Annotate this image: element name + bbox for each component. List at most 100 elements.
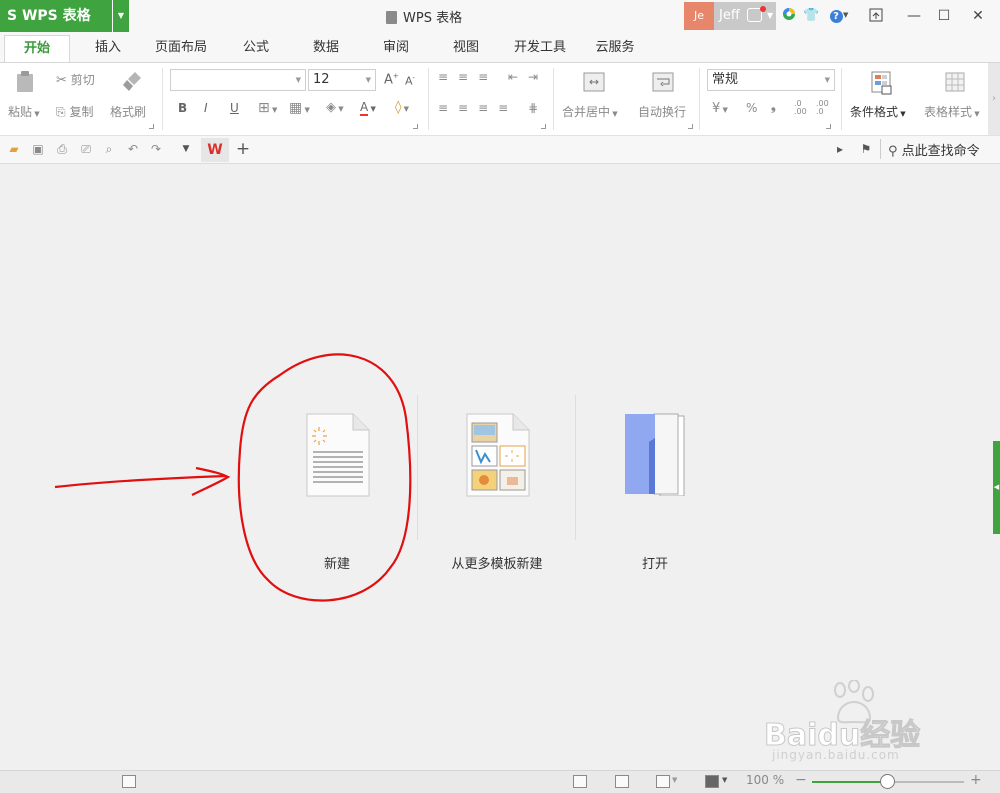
chevron-down-icon[interactable]: ▼ <box>722 776 727 784</box>
separator <box>428 68 429 130</box>
font-dialog-launcher[interactable] <box>413 124 418 129</box>
macro-record-icon[interactable] <box>122 775 136 788</box>
separator <box>553 68 554 130</box>
alignment-dialog-launcher[interactable] <box>541 124 546 129</box>
grow-font-button[interactable]: A+ <box>384 72 399 87</box>
redo-icon[interactable]: ↷ <box>148 141 164 157</box>
font-color-button[interactable]: A ▼ <box>360 100 376 116</box>
cut-button[interactable]: ✂ 剪切 <box>56 71 95 88</box>
bold-button[interactable]: B <box>178 101 187 115</box>
export-pdf-icon[interactable]: ⎙ <box>54 141 70 157</box>
conditional-format-icon[interactable] <box>870 70 894 96</box>
distribute-icon[interactable]: ⋕ <box>528 101 538 115</box>
page-layout-view-icon[interactable] <box>656 775 670 788</box>
zoom-in-button[interactable]: + <box>970 772 982 788</box>
font-size-select[interactable]: 12 ▼ <box>308 69 376 91</box>
save-icon[interactable]: ▣ <box>30 141 46 157</box>
clipboard-dialog-launcher[interactable] <box>149 124 154 129</box>
decrease-decimal-button[interactable]: .00 .0 <box>816 100 829 116</box>
command-search[interactable]: ⚲ 点此查找命令 <box>888 140 980 159</box>
user-account-button[interactable]: Jeff ▼ <box>714 2 776 30</box>
tab-review[interactable]: 审阅 <box>374 35 418 62</box>
percent-button[interactable]: % <box>746 101 757 115</box>
currency-icon[interactable]: ¥ ▼ <box>712 101 728 116</box>
paste-button[interactable]: 粘贴 ▼ <box>8 103 40 120</box>
table-style-button[interactable]: 表格样式 ▼ <box>924 103 980 120</box>
close-button[interactable]: ✕ <box>962 0 994 32</box>
brush-icon[interactable] <box>120 70 144 94</box>
comma-style-button[interactable]: ❟ <box>771 99 776 114</box>
command-search-placeholder: 点此查找命令 <box>901 144 980 159</box>
minimize-button[interactable]: — <box>898 0 930 32</box>
conditional-format-button[interactable]: 条件格式 ▼ <box>850 103 906 120</box>
borders-icon[interactable]: ⊞ ▼ <box>258 100 277 116</box>
chevron-down-icon[interactable]: ▼ <box>672 776 677 784</box>
copy-button[interactable]: ⎘ 复制 <box>56 103 93 120</box>
merge-center-icon[interactable] <box>582 70 606 94</box>
tab-formulas[interactable]: 公式 <box>234 35 278 62</box>
table-style-icon[interactable] <box>944 70 968 96</box>
new-from-template-button[interactable]: 从更多模板新建 <box>436 395 558 585</box>
increase-decimal-button[interactable]: .0 .00 <box>794 100 807 116</box>
help-icon[interactable]: ? <box>828 0 844 32</box>
open-document-button[interactable]: 打开 <box>600 395 710 585</box>
skin-shirt-icon[interactable]: 👕 <box>803 0 819 32</box>
fill-color-icon[interactable]: ◈ ▼ <box>326 100 344 115</box>
undo-icon[interactable]: ↶ <box>125 141 141 157</box>
flag-icon[interactable]: ⚑ <box>858 141 874 157</box>
clear-format-icon[interactable]: ◊ ▼ <box>395 100 409 115</box>
tab-view[interactable]: 视图 <box>444 35 488 62</box>
number-format-select[interactable]: 常规 ▼ <box>707 69 835 91</box>
normal-view-icon[interactable] <box>573 775 587 788</box>
maximize-button[interactable]: ☐ <box>928 0 960 32</box>
separator <box>880 139 881 159</box>
indent-icons[interactable]: ⇤⇥ <box>508 70 548 84</box>
customize-toolbar-dropdown[interactable]: ▼ <box>178 141 194 157</box>
open-folder-icon[interactable]: ▰ <box>6 141 22 157</box>
template-document-icon <box>465 412 531 498</box>
doc-roaming-icon[interactable]: ▸ <box>832 141 848 157</box>
paste-icon[interactable] <box>14 70 36 94</box>
vertical-align-icons[interactable]: ≡≡≡ <box>438 70 498 84</box>
shrink-font-button[interactable]: A- <box>405 74 415 88</box>
wrap-text-button[interactable]: 自动换行 <box>638 103 686 120</box>
print-icon[interactable]: ⎚ <box>78 141 94 157</box>
chevron-right-icon: › <box>992 93 996 104</box>
ribbon-scroll-right-button[interactable]: › <box>988 63 1000 135</box>
cloud-sync-icon[interactable] <box>781 0 797 32</box>
font-name-select[interactable]: ▼ <box>170 69 306 91</box>
restore-ribbon-button[interactable] <box>860 0 892 32</box>
separator <box>699 68 700 130</box>
zoom-slider-thumb[interactable] <box>880 774 895 789</box>
zoom-out-button[interactable]: − <box>795 772 807 788</box>
reading-mode-icon[interactable] <box>705 775 719 788</box>
app-menu-button[interactable]: S WPS 表格 <box>0 0 112 32</box>
wrap-text-icon[interactable] <box>651 70 675 94</box>
app-menu-dropdown-button[interactable]: ▼ <box>113 0 129 32</box>
minimize-icon: — <box>907 8 921 24</box>
tab-developer[interactable]: 开发工具 <box>506 35 574 62</box>
horizontal-align-icons[interactable]: ≡≡≡≡ <box>438 101 518 115</box>
window-title: WPS 表格 <box>386 7 462 26</box>
tab-page-layout[interactable]: 页面布局 <box>148 35 214 62</box>
wps-w-logo-icon[interactable]: W <box>201 138 229 162</box>
page-break-view-icon[interactable] <box>615 775 629 788</box>
zoom-level[interactable]: 100 % <box>746 773 784 787</box>
underline-button[interactable]: U <box>230 101 239 115</box>
print-preview-icon[interactable]: ⌕ <box>101 141 117 157</box>
tab-cloud-services[interactable]: 云服务 <box>588 35 642 62</box>
side-panel-toggle[interactable]: ◀ <box>993 441 1000 534</box>
user-avatar[interactable]: Je <box>684 2 714 30</box>
title-bar <box>0 0 1000 32</box>
format-painter-button[interactable]: 格式刷 <box>110 103 146 120</box>
tab-insert[interactable]: 插入 <box>84 35 132 62</box>
cell-style-icon[interactable]: ▦ ▼ <box>289 100 310 116</box>
merge-center-button[interactable]: 合并居中 ▼ <box>562 103 618 120</box>
new-tab-plus-icon[interactable]: + <box>235 141 251 158</box>
tab-data[interactable]: 数据 <box>304 35 348 62</box>
merge-dialog-launcher[interactable] <box>688 124 693 129</box>
italic-button[interactable]: I <box>204 101 208 115</box>
number-dialog-launcher[interactable] <box>826 124 831 129</box>
tab-home[interactable]: 开始 <box>4 35 70 62</box>
chevron-down-icon[interactable]: ▼ <box>843 11 848 19</box>
